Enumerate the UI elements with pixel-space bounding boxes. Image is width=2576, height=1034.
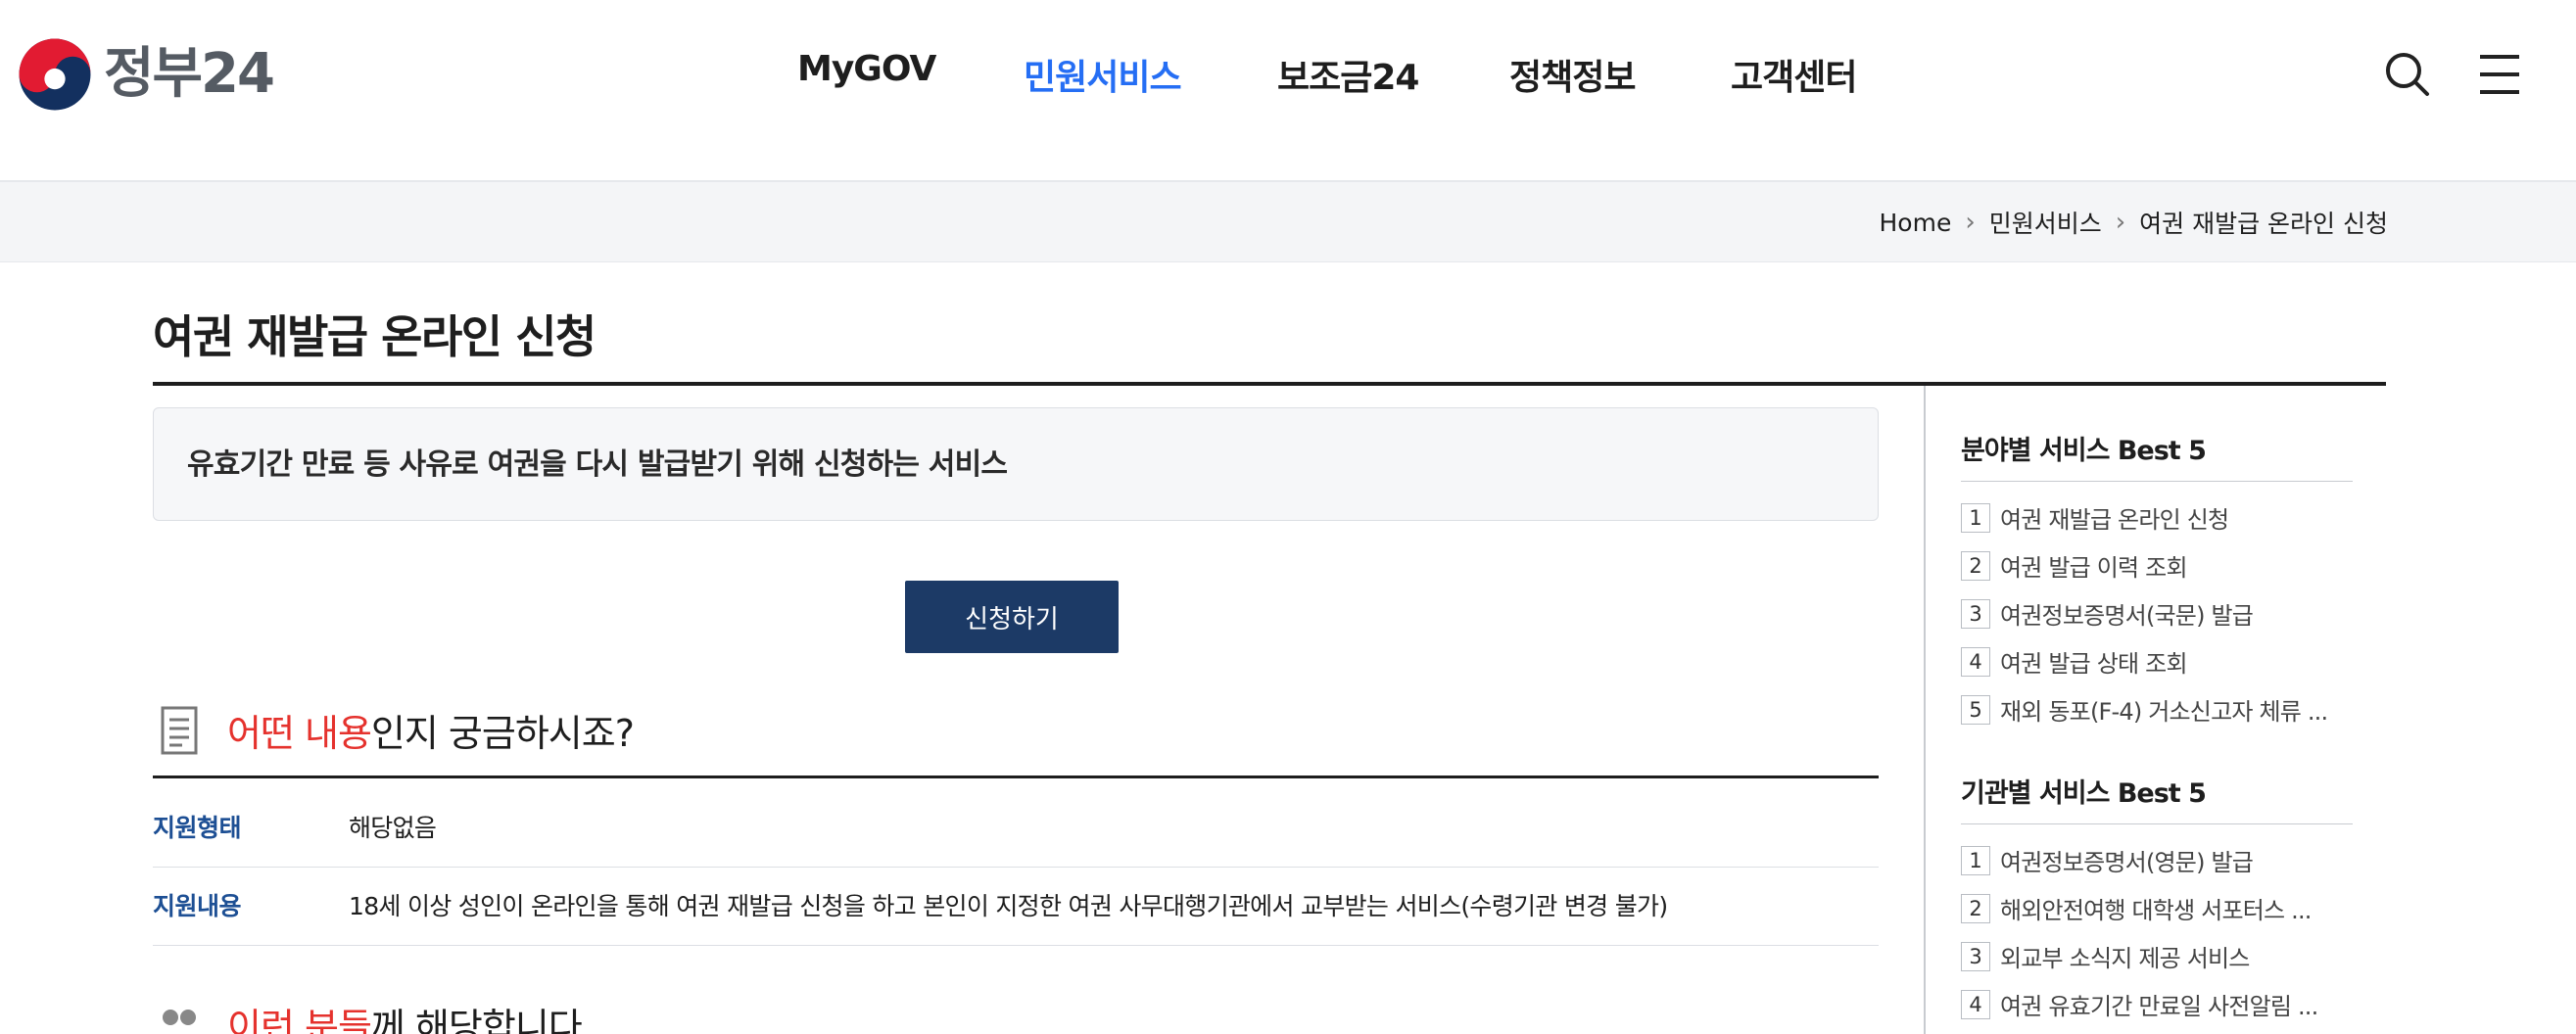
list-item[interactable]: 3 여권정보증명서(국문) 발급 (1961, 589, 2327, 637)
rank-badge: 4 (1961, 989, 1990, 1019)
nav-mygov[interactable]: MyGOV (797, 49, 936, 89)
list-item-label: 여권 유효기간 만료일 사전알림 ... (2000, 993, 2318, 1020)
breadcrumb-home[interactable]: Home (1880, 209, 1952, 237)
list-item[interactable]: 1 여권 재발급 온라인 신청 (1961, 494, 2327, 541)
info-label: 지원형태 (153, 814, 242, 842)
nav-civil-service[interactable]: 민원서비스 (1024, 49, 1182, 100)
rank-badge: 1 (1961, 845, 1990, 875)
breadcrumb-current[interactable]: 여권 재발급 온라인 신청 (2139, 205, 2388, 240)
list-item[interactable]: 4 여권 유효기간 만료일 사전알림 ... (1961, 980, 2318, 1028)
list-item[interactable]: 2 여권 발급 이력 조회 (1961, 541, 2327, 589)
list-item-label: 해외안전여행 대학생 서포터스 ... (2000, 897, 2312, 924)
list-item-label: 여권 발급 상태 조회 (2000, 650, 2188, 678)
section-who-rest: 께 해당합니다 (370, 1006, 583, 1034)
service-summary-box: 유효기간 만료 등 사유로 여권을 다시 발급받기 위해 신청하는 서비스 (153, 407, 1879, 521)
best-by-field-list: 1 여권 재발급 온라인 신청 2 여권 발급 이력 조회 3 여권정보증명서(국문)… (1961, 494, 2328, 733)
info-row-support-content: 지원내용 18세 이상 성인이 온라인을 통해 여권 재발급 신청을 하고 본인… (153, 868, 1879, 946)
list-item-label: 여권 발급 이력 조회 (2000, 554, 2188, 582)
main-nav: MyGOV 민원서비스 보조금24 정책정보 고객센터 (0, 49, 2576, 102)
page-title: 여권 재발급 온라인 신청 (153, 310, 596, 363)
best-by-field-title: 분야별 서비스 Best 5 (1961, 436, 2207, 466)
rank-badge: 1 (1961, 502, 1990, 533)
list-item[interactable]: 3 외교부 소식지 제공 서비스 (1961, 932, 2317, 980)
search-icon (2386, 53, 2429, 96)
list-item-label: 외교부 소식지 제공 서비스 (2000, 945, 2250, 972)
chevron-right-icon: › (2115, 208, 2126, 237)
list-item[interactable]: 1 여권정보증명서(영문) 발급 (1961, 836, 2317, 884)
section-what-title: 어떤 내용인지 궁금하시죠? (227, 703, 635, 757)
sidebar-rule (1961, 823, 2353, 824)
people-icon (163, 1009, 196, 1025)
info-value: 해당없음 (349, 814, 437, 842)
menu-button[interactable] (2472, 47, 2527, 102)
breadcrumb: Home › 민원서비스 › 여권 재발급 온라인 신청 (1880, 182, 2389, 262)
section-who-heading: 이런 분들께 해당합니다 (153, 997, 583, 1034)
rank-badge: 3 (1961, 941, 1990, 971)
search-button[interactable] (2380, 47, 2435, 102)
breadcrumb-bar: Home › 민원서비스 › 여권 재발급 온라인 신청 (0, 182, 2576, 262)
section-what-highlight: 어떤 내용 (227, 712, 372, 755)
list-item[interactable]: 5 재외 동포(F-4) 거소신고자 체류 ... (1961, 685, 2328, 733)
section-who-title: 이런 분들께 해당합니다 (227, 997, 583, 1034)
best-by-agency-title: 기관별 서비스 Best 5 (1961, 778, 2207, 809)
list-item[interactable]: 2 해외안전여행 대학생 서포터스 ... (1961, 884, 2317, 932)
service-summary: 유효기간 만료 등 사유로 여권을 다시 발급받기 위해 신청하는 서비스 (187, 447, 1008, 482)
document-icon (161, 706, 198, 754)
list-item-label: 여권정보증명서(영문) 발급 (2000, 849, 2254, 876)
info-value: 18세 이상 성인이 온라인을 통해 여권 재발급 신청을 하고 본인이 지정한… (349, 892, 1668, 920)
sidebar-rule (1961, 481, 2353, 482)
list-item-label: 여권 재발급 온라인 신청 (2000, 506, 2229, 534)
breadcrumb-civil-service[interactable]: 민원서비스 (1989, 205, 2102, 240)
rank-badge: 2 (1961, 550, 1990, 581)
nav-customer-center[interactable]: 고객센터 (1731, 49, 1857, 100)
rank-badge: 3 (1961, 598, 1990, 629)
list-item[interactable]: 4 여권 발급 상태 조회 (1961, 637, 2327, 685)
rank-badge: 4 (1961, 646, 1990, 677)
nav-subsidy24[interactable]: 보조금24 (1277, 49, 1419, 100)
site-header: 정부24 MyGOV 민원서비스 보조금24 정책정보 고객센터 (0, 0, 2576, 182)
rank-badge: 2 (1961, 893, 1990, 923)
info-label: 지원내용 (153, 892, 242, 920)
title-divider (153, 382, 2386, 386)
apply-button[interactable]: 신청하기 (905, 581, 1119, 653)
best-by-agency-list: 1 여권정보증명서(영문) 발급 2 해외안전여행 대학생 서포터스 ... 3 외교… (1961, 836, 2318, 1028)
section-what-rest: 인지 궁금하시죠? (370, 712, 635, 755)
chevron-right-icon: › (1965, 208, 1976, 237)
sidebar-divider (1924, 386, 1926, 1034)
section-what-heading: 어떤 내용인지 궁금하시죠? (153, 703, 635, 757)
section-who-highlight: 이런 분들 (227, 1006, 372, 1034)
list-item-label: 여권정보증명서(국문) 발급 (2000, 602, 2254, 630)
section-divider (153, 776, 1879, 778)
menu-icon (2480, 55, 2519, 94)
rank-badge: 5 (1961, 694, 1990, 725)
list-item-label: 재외 동포(F-4) 거소신고자 체류 ... (2000, 698, 2328, 726)
info-row-support-type: 지원형태 해당없음 (153, 789, 1879, 868)
nav-policy-info[interactable]: 정책정보 (1509, 49, 1636, 100)
